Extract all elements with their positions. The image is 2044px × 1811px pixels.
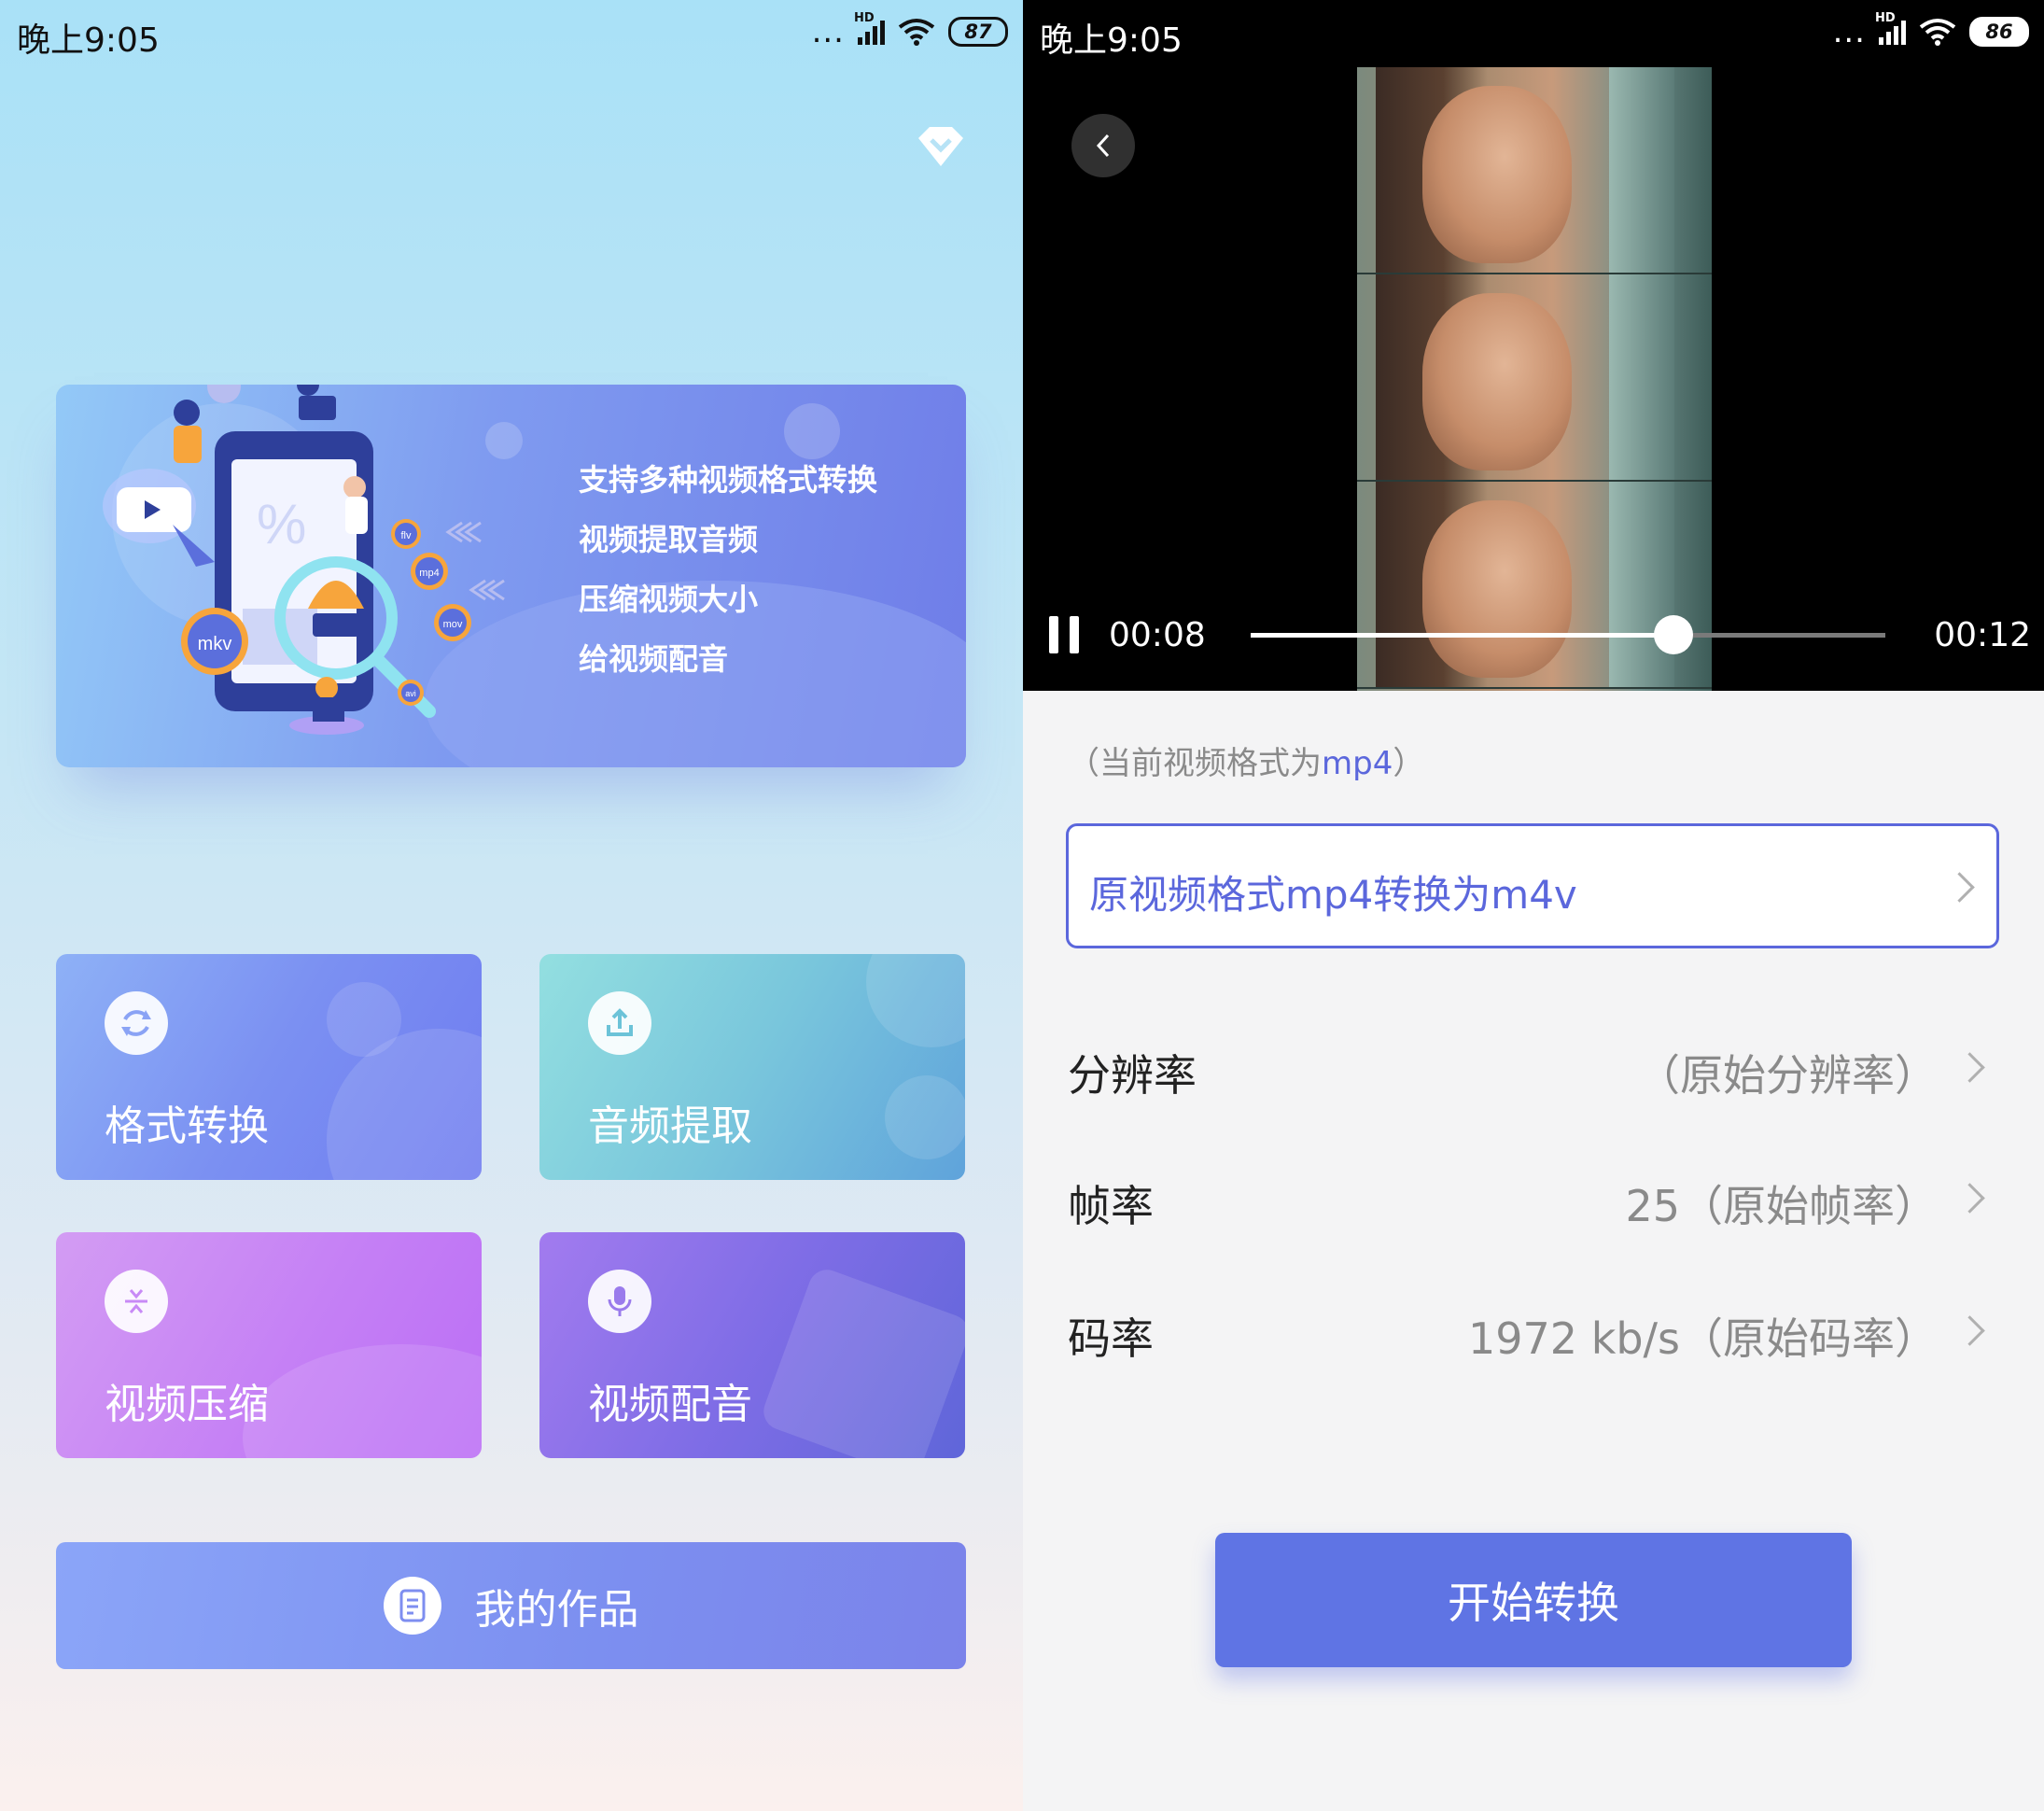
more-dots-icon: ... bbox=[1832, 13, 1866, 50]
banner-illustration: % mkv flv mp4 mov avi bbox=[103, 385, 505, 735]
refresh-icon bbox=[105, 991, 168, 1055]
wifi-icon bbox=[898, 19, 935, 46]
seek-handle[interactable] bbox=[1653, 615, 1693, 654]
my-works-label: 我的作品 bbox=[474, 1586, 639, 1634]
badge-mov: mov bbox=[443, 619, 463, 630]
tile-label: 视频压缩 bbox=[105, 1381, 269, 1428]
target-format-selector[interactable]: 原视频格式mp4转换为m4v bbox=[1066, 823, 1999, 948]
chevron-right-icon bbox=[1954, 1052, 1985, 1083]
status-time: 晚上9:05 bbox=[1040, 21, 1183, 60]
home-screen: 晚上9:05 ... HD 87 % mkv flv mp4 mov avi 支… bbox=[0, 0, 1023, 1811]
feature-banner[interactable]: % mkv flv mp4 mov avi 支持多种视频格式转换 视频提取音频 … bbox=[56, 385, 966, 767]
chevron-right-icon bbox=[1944, 872, 1975, 903]
audio-extract-tile[interactable]: 音频提取 bbox=[539, 954, 965, 1180]
banner-line: 视频提取音频 bbox=[579, 522, 759, 557]
frame-rate-row[interactable]: 帧率 25（原始帧率） bbox=[1068, 1156, 2001, 1240]
video-dubbing-tile[interactable]: 视频配音 bbox=[539, 1232, 965, 1458]
status-bar: 晚上9:05 ... HD 86 bbox=[1023, 0, 2044, 67]
tile-label: 音频提取 bbox=[588, 1102, 752, 1150]
tile-label: 视频配音 bbox=[588, 1381, 752, 1428]
svg-text:%: % bbox=[257, 493, 306, 555]
badge-avi: avi bbox=[405, 689, 416, 698]
status-time: 晚上9:05 bbox=[17, 21, 160, 60]
microphone-icon bbox=[588, 1270, 651, 1333]
current-format-value: mp4 bbox=[1322, 745, 1393, 782]
pause-icon[interactable] bbox=[1049, 616, 1081, 653]
banner-line: 压缩视频大小 bbox=[579, 582, 759, 617]
badge-mp4: mp4 bbox=[419, 568, 439, 579]
status-bar: 晚上9:05 ... HD 87 bbox=[0, 0, 1023, 67]
setting-value: 25（原始帧率） bbox=[1625, 1181, 1938, 1231]
chevron-right-icon bbox=[1954, 1183, 1985, 1214]
signal-icon: HD bbox=[854, 11, 885, 45]
my-works-button[interactable]: 我的作品 bbox=[56, 1542, 966, 1669]
back-button[interactable] bbox=[1071, 114, 1135, 177]
current-format-text: （当前视频格式为mp4） bbox=[1068, 745, 1425, 782]
chevron-left-icon bbox=[1096, 133, 1110, 158]
chevron-right-icon bbox=[1954, 1315, 1985, 1346]
more-dots-icon: ... bbox=[811, 13, 845, 50]
diamond-icon[interactable] bbox=[915, 121, 967, 174]
resolution-row[interactable]: 分辨率 （原始分辨率） bbox=[1068, 1025, 2001, 1109]
upload-icon bbox=[588, 991, 651, 1055]
badge-flv: flv bbox=[401, 530, 413, 541]
current-time: 00:08 bbox=[1109, 616, 1206, 654]
document-icon bbox=[383, 1577, 441, 1635]
seek-bar[interactable] bbox=[1251, 615, 1885, 654]
setting-value: 1972 kb/s（原始码率） bbox=[1468, 1313, 1938, 1364]
setting-label: 码率 bbox=[1068, 1313, 1154, 1364]
video-player[interactable]: 00:08 00:12 bbox=[1023, 0, 2044, 691]
setting-label: 分辨率 bbox=[1068, 1050, 1197, 1101]
battery-icon: 86 bbox=[1969, 17, 2029, 47]
tile-label: 格式转换 bbox=[105, 1102, 269, 1150]
badge-mkv: mkv bbox=[198, 634, 232, 654]
player-controls: 00:08 00:12 bbox=[1023, 607, 2044, 663]
video-compress-tile[interactable]: 视频压缩 bbox=[56, 1232, 482, 1458]
setting-value: （原始分辨率） bbox=[1637, 1050, 1938, 1101]
banner-feature-list: 支持多种视频格式转换 视频提取音频 压缩视频大小 给视频配音 bbox=[579, 450, 877, 689]
signal-icon: HD bbox=[1875, 11, 1906, 45]
wifi-icon bbox=[1919, 19, 1956, 46]
compress-icon bbox=[105, 1270, 168, 1333]
total-time: 00:12 bbox=[1934, 616, 2031, 654]
banner-line: 给视频配音 bbox=[579, 641, 729, 677]
start-convert-button[interactable]: 开始转换 bbox=[1215, 1533, 1852, 1667]
battery-icon: 87 bbox=[948, 17, 1008, 47]
banner-line: 支持多种视频格式转换 bbox=[579, 462, 878, 498]
video-frame bbox=[1357, 67, 1712, 691]
setting-label: 帧率 bbox=[1068, 1181, 1154, 1231]
target-format-label: 原视频格式mp4转换为m4v bbox=[1089, 872, 1577, 918]
convert-screen: 00:08 00:12 晚上9:05 ... HD 86 （当前视频格式为mp4… bbox=[1023, 0, 2044, 1811]
seek-progress bbox=[1251, 633, 1673, 638]
format-convert-tile[interactable]: 格式转换 bbox=[56, 954, 482, 1180]
bitrate-row[interactable]: 码率 1972 kb/s（原始码率） bbox=[1068, 1288, 2001, 1372]
